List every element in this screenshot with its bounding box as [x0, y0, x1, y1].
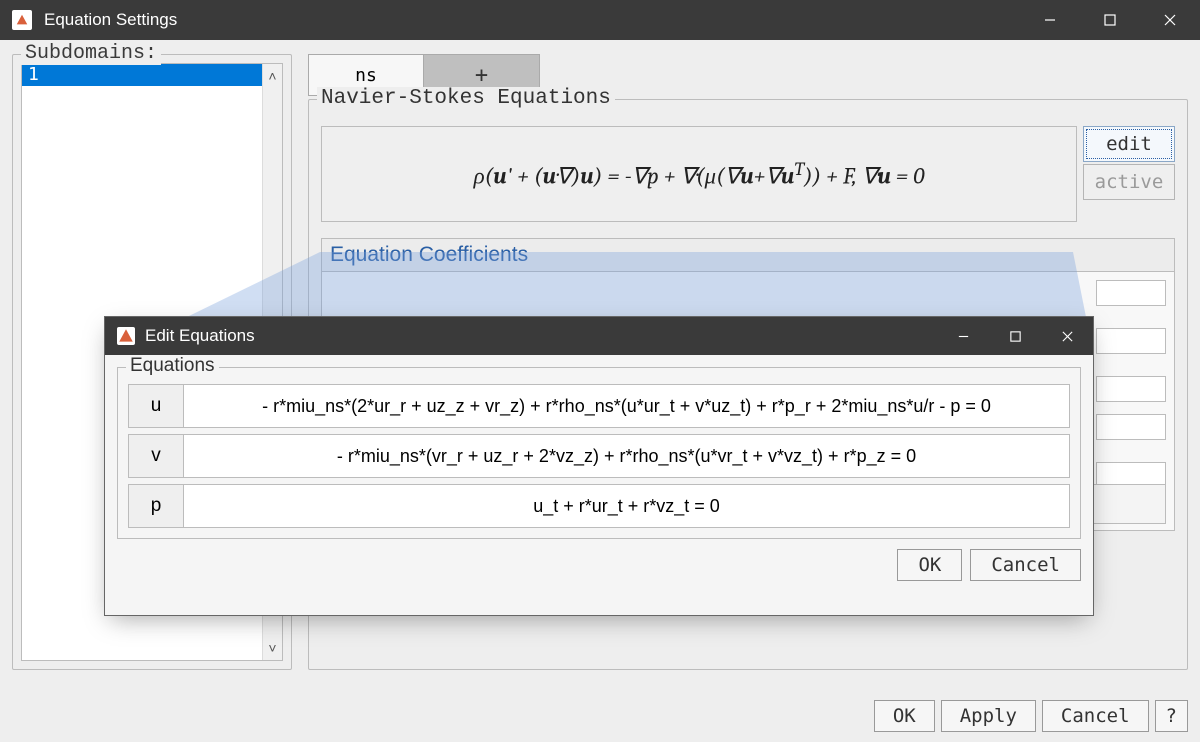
bottom-button-bar: OK Apply Cancel ?: [874, 700, 1188, 732]
equation-expr-input[interactable]: u_t + r*ur_t + r*vz_t = 0: [184, 484, 1070, 528]
equation-row: u - r*miu_ns*(2*ur_r + uz_z + vr_z) + r*…: [128, 384, 1070, 428]
app-icon: [117, 327, 135, 345]
edit-ok-button[interactable]: OK: [897, 549, 962, 581]
equation-expr-input[interactable]: - r*miu_ns*(2*ur_r + uz_z + vr_z) + r*rh…: [184, 384, 1070, 428]
edit-cancel-button[interactable]: Cancel: [970, 549, 1081, 581]
equation-group-legend: Navier-Stokes Equations: [317, 87, 615, 110]
subdomains-legend: Subdomains:: [21, 42, 161, 65]
equation-var-label: v: [128, 434, 184, 478]
equation-expr-input[interactable]: - r*miu_ns*(vr_r + uz_r + 2*vz_z) + r*rh…: [184, 434, 1070, 478]
edit-dialog-titlebar: Edit Equations: [105, 317, 1093, 355]
edit-equations-dialog: Edit Equations Equations u - r*miu_ns*(2…: [104, 316, 1094, 616]
minimize-icon[interactable]: [1020, 0, 1080, 40]
equation-row: p u_t + r*ur_t + r*vz_t = 0: [128, 484, 1070, 528]
scroll-up-icon[interactable]: ˄: [268, 68, 276, 84]
edit-dialog-title: Edit Equations: [145, 326, 255, 346]
coefficients-header: Equation Coefficients: [321, 238, 1175, 271]
coeff-field[interactable]: [1096, 328, 1166, 354]
edit-equations-legend: Equations: [126, 355, 219, 377]
subdomain-item[interactable]: 1: [22, 64, 262, 86]
cancel-button[interactable]: Cancel: [1042, 700, 1149, 732]
equation-display: ρ(u' + (u·∇)u) = -∇p + ∇·(μ(∇u+∇uT)) + F…: [321, 126, 1077, 222]
equation-var-label: u: [128, 384, 184, 428]
active-button[interactable]: active: [1083, 164, 1175, 200]
edit-equations-fieldset: Equations u - r*miu_ns*(2*ur_r + uz_z + …: [117, 367, 1081, 539]
edit-button[interactable]: edit: [1083, 126, 1175, 162]
coeff-field[interactable]: [1096, 280, 1166, 306]
maximize-icon[interactable]: [1080, 0, 1140, 40]
apply-button[interactable]: Apply: [941, 700, 1036, 732]
help-button[interactable]: ?: [1155, 700, 1188, 732]
main-title: Equation Settings: [44, 10, 177, 30]
coeff-field[interactable]: [1096, 376, 1166, 402]
equation-row: v - r*miu_ns*(vr_r + uz_r + 2*vz_z) + r*…: [128, 434, 1070, 478]
scroll-down-icon[interactable]: ˅: [268, 640, 276, 656]
close-icon[interactable]: [1140, 0, 1200, 40]
maximize-icon[interactable]: [989, 317, 1041, 355]
ok-button[interactable]: OK: [874, 700, 935, 732]
main-titlebar: Equation Settings: [0, 0, 1200, 40]
close-icon[interactable]: [1041, 317, 1093, 355]
app-icon: [12, 10, 32, 30]
equation-var-label: p: [128, 484, 184, 528]
minimize-icon[interactable]: [937, 317, 989, 355]
coeff-field[interactable]: [1096, 414, 1166, 440]
